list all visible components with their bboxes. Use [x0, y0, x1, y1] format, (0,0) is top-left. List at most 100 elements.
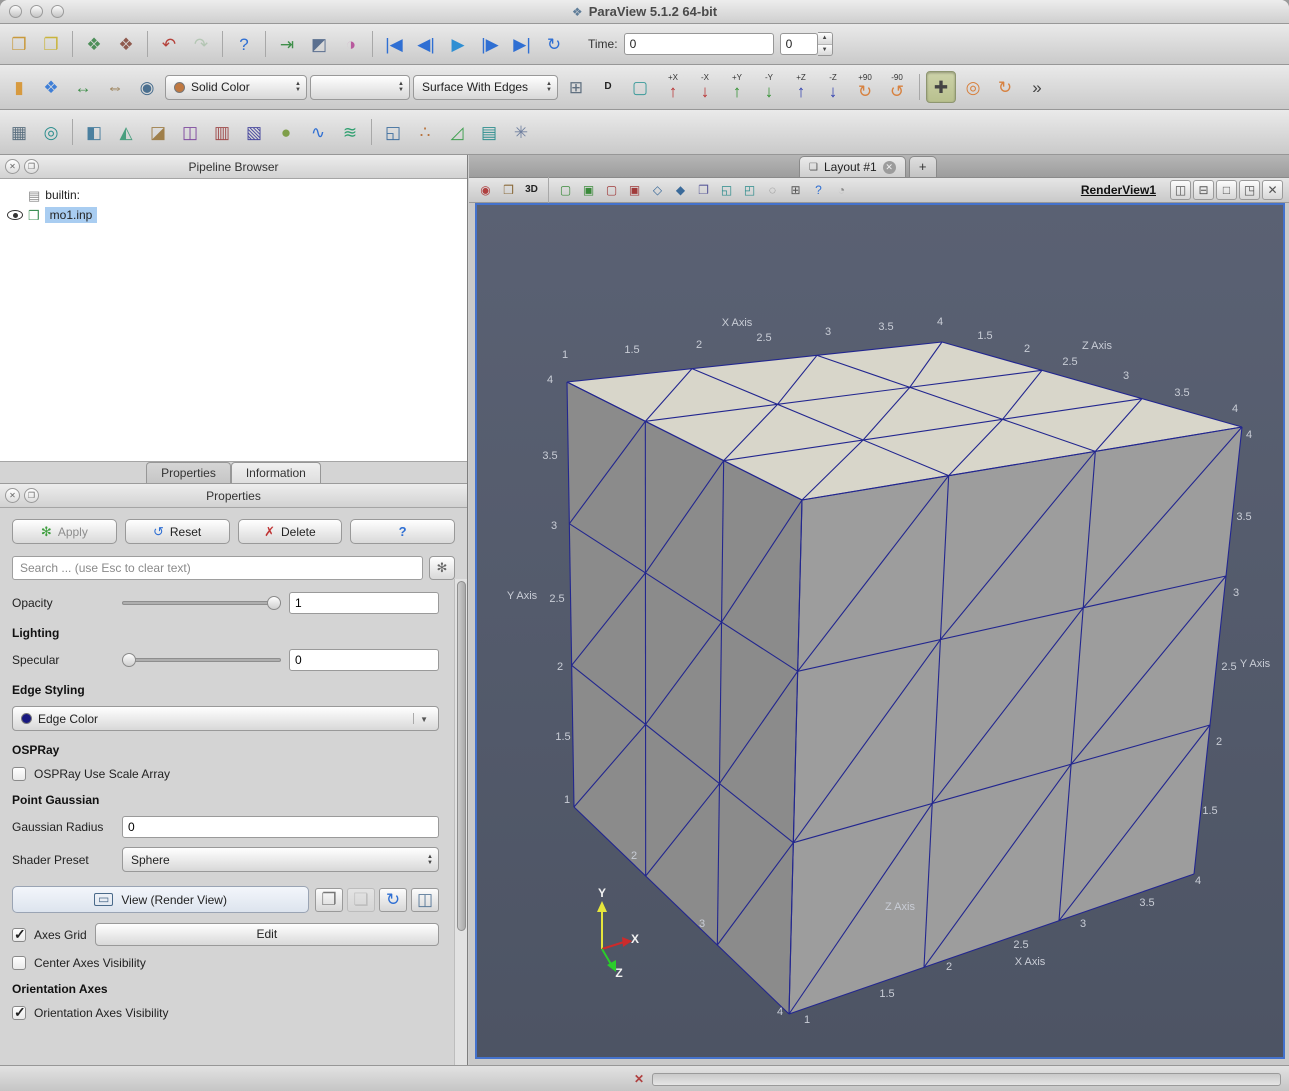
select-block-button[interactable]: ❐: [693, 180, 714, 200]
temporal-interpolator-button[interactable]: ✳: [506, 116, 536, 148]
edit-color-legend-properties-button[interactable]: ⊞: [561, 71, 591, 103]
toggle-color-legend-button[interactable]: ▮: [4, 71, 34, 103]
toggle-2d-3d-mode-button[interactable]: 3D: [521, 180, 542, 200]
representation-dropdown[interactable]: Surface With Edges ▲▼: [413, 75, 558, 100]
close-properties-panel-button[interactable]: ✕: [5, 488, 20, 503]
show-center-axes-button[interactable]: ◎: [958, 71, 988, 103]
interactive-select-button[interactable]: ◱: [378, 116, 408, 148]
ospray-scale-array-checkbox[interactable]: [12, 767, 26, 781]
select-points-through-button[interactable]: ▣: [624, 180, 645, 200]
set-view-plus-x-button[interactable]: +X↑: [658, 71, 688, 103]
reset-button[interactable]: ↺ Reset: [125, 519, 230, 544]
edge-color-dropdown[interactable]: Edge Color ▼: [12, 706, 439, 731]
close-layout-icon[interactable]: ✕: [883, 161, 896, 174]
vcr-previous-frame-button[interactable]: ◀|: [411, 28, 441, 60]
stream-tracer-button[interactable]: ∿: [303, 116, 333, 148]
component-dropdown[interactable]: ▲▼: [310, 75, 410, 100]
zoom-window-button[interactable]: [51, 5, 64, 18]
search-input[interactable]: [12, 556, 423, 580]
toggle-data-axes-button[interactable]: D: [593, 71, 623, 103]
warp-by-vector-button[interactable]: ≋: [335, 116, 365, 148]
delete-button[interactable]: ✗ Delete: [238, 519, 343, 544]
connect-server-button[interactable]: ❖: [79, 28, 109, 60]
set-view-minus-z-button[interactable]: -Z↓: [818, 71, 848, 103]
interactive-select-cells-button[interactable]: ◱: [716, 180, 737, 200]
slice-button[interactable]: ◫: [175, 116, 205, 148]
add-layout-tab[interactable]: +: [909, 156, 937, 177]
undo-button[interactable]: ↶: [154, 28, 184, 60]
properties-help-button[interactable]: ?: [350, 519, 455, 544]
pipeline-item-mo1-inp[interactable]: ❒ mo1.inp: [0, 205, 467, 225]
interactive-select-points-button[interactable]: ◰: [739, 180, 760, 200]
vcr-play-button[interactable]: ▶: [443, 28, 473, 60]
save-view-defaults-button[interactable]: ◫: [411, 888, 439, 912]
orientation-axes-checkbox[interactable]: [12, 1006, 26, 1020]
axes-grid-checkbox[interactable]: [12, 928, 26, 942]
set-view-minus-x-button[interactable]: -X↓: [690, 71, 720, 103]
plot-over-line-button[interactable]: ◿: [442, 116, 472, 148]
close-window-button[interactable]: [9, 5, 22, 18]
toggle-selection-visibility-button[interactable]: ▢: [625, 71, 655, 103]
properties-scrollbar[interactable]: [454, 579, 467, 1065]
tab-information[interactable]: Information: [231, 462, 321, 483]
select-cells-on-surface-button[interactable]: ▢: [555, 180, 576, 200]
close-pipeline-panel-button[interactable]: ✕: [5, 159, 20, 174]
find-data-button[interactable]: ◩: [304, 28, 334, 60]
visibility-eye-icon[interactable]: [7, 210, 23, 220]
abort-progress-button[interactable]: ✕: [631, 1071, 647, 1087]
load-state-button[interactable]: ⇥: [272, 28, 302, 60]
probe-location-button[interactable]: ✚: [926, 71, 956, 103]
axes-grid-edit-button[interactable]: Edit: [95, 923, 439, 946]
select-points-on-surface-button[interactable]: ▣: [578, 180, 599, 200]
set-view-minus-y-button[interactable]: -Y↓: [754, 71, 784, 103]
vcr-last-frame-button[interactable]: ▶|: [507, 28, 537, 60]
contour-button[interactable]: ◭: [111, 116, 141, 148]
tab-layout-1[interactable]: ❏ Layout #1 ✕: [799, 156, 906, 177]
plot-data-button[interactable]: ∴: [410, 116, 440, 148]
rotate-90-clockwise-button[interactable]: +90↻: [850, 71, 880, 103]
open-file-button[interactable]: ❒: [4, 28, 34, 60]
toolbar-overflow-button[interactable]: »: [1022, 71, 1052, 103]
rescale-to-visible-range-button[interactable]: ◉: [132, 71, 162, 103]
set-view-plus-z-button[interactable]: +Z↑: [786, 71, 816, 103]
undock-properties-panel-button[interactable]: ❐: [24, 488, 39, 503]
render-viewport[interactable]: 11.522.533.54X Axis1.52Z Axis2.533.5443.…: [477, 205, 1283, 1057]
select-points-polygon-button[interactable]: ◆: [670, 180, 691, 200]
extract-selection-button[interactable]: ◎: [36, 116, 66, 148]
quartile-chart-button[interactable]: ▤: [474, 116, 504, 148]
frame-step-up-button[interactable]: ▲: [818, 33, 832, 44]
opacity-input[interactable]: [289, 592, 439, 614]
color-by-dropdown[interactable]: Solid Color ▲▼: [165, 75, 307, 100]
glyph-filter-button[interactable]: ●: [271, 116, 301, 148]
redo-button[interactable]: ↷: [186, 28, 216, 60]
select-cells-through-button[interactable]: ▢: [601, 180, 622, 200]
hover-cells-button[interactable]: ◌: [762, 180, 783, 200]
threshold-button[interactable]: ▥: [207, 116, 237, 148]
center-axes-checkbox[interactable]: [12, 956, 26, 970]
reload-view-defaults-button[interactable]: ↻: [379, 888, 407, 912]
maximize-view-button[interactable]: □: [1216, 180, 1237, 200]
frame-step-down-button[interactable]: ▼: [818, 44, 832, 55]
apply-button[interactable]: ✻ Apply: [12, 519, 117, 544]
undock-pipeline-panel-button[interactable]: ❐: [24, 159, 39, 174]
gaussian-radius-input[interactable]: [122, 816, 439, 838]
opacity-slider[interactable]: [122, 595, 281, 611]
camera-history-button[interactable]: ◔: [831, 180, 852, 200]
clip-button[interactable]: ◪: [143, 116, 173, 148]
pipeline-item-builtin[interactable]: ▤ builtin:: [0, 185, 467, 205]
save-data-button[interactable]: ❐: [36, 28, 66, 60]
split-vertical-button[interactable]: ⊟: [1193, 180, 1214, 200]
capture-screenshot-button[interactable]: ❒: [498, 180, 519, 200]
render-view[interactable]: 11.522.533.54X Axis1.52Z Axis2.533.5443.…: [475, 203, 1285, 1059]
specular-input[interactable]: [289, 649, 439, 671]
specular-slider[interactable]: [122, 652, 281, 668]
rotate-90-counterclockwise-button[interactable]: -90↺: [882, 71, 912, 103]
time-input[interactable]: [624, 33, 774, 55]
scrollbar-thumb[interactable]: [457, 581, 466, 931]
frame-input[interactable]: [780, 33, 818, 55]
view-settings-button[interactable]: ▭ View (Render View): [12, 886, 309, 913]
help-button[interactable]: ?: [229, 28, 259, 60]
vcr-next-frame-button[interactable]: |▶: [475, 28, 505, 60]
opacity-slider-handle[interactable]: [267, 596, 281, 610]
selection-help-button[interactable]: ?: [808, 180, 829, 200]
